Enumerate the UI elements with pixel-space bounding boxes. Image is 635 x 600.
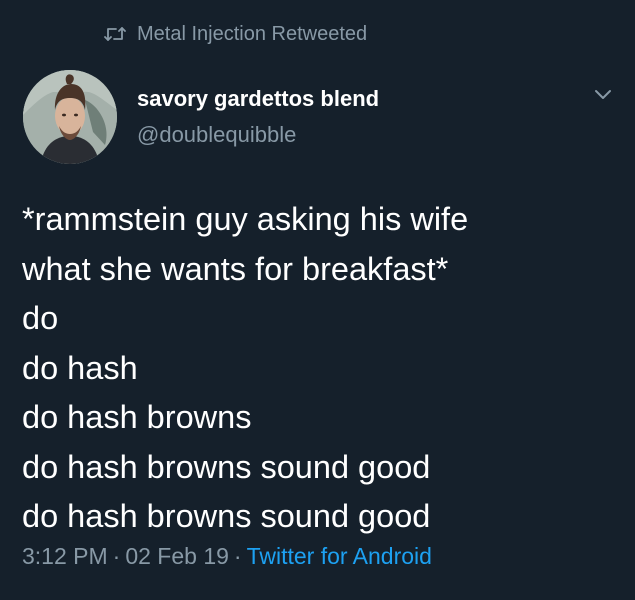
tweet-metadata: 3:12 PM · 02 Feb 19 · Twitter for Android (22, 543, 432, 570)
tweet-source-link[interactable]: Twitter for Android (247, 543, 432, 569)
tweet-text: *rammstein guy asking his wife what she … (22, 195, 622, 542)
retweet-label[interactable]: Metal Injection Retweeted (137, 23, 367, 46)
meta-separator: · (112, 543, 121, 569)
tweet-line: do hash browns sound good (22, 498, 431, 534)
chevron-down-icon[interactable] (588, 80, 618, 110)
tweet-line: do hash browns sound good (22, 448, 431, 485)
tweet-date[interactable]: 02 Feb 19 (125, 543, 229, 569)
tweet-line: do hash browns (22, 399, 252, 435)
retweet-icon (104, 26, 126, 42)
tweet-line: do hash (22, 349, 138, 386)
tweet-line: what she wants for breakfast* (22, 250, 449, 287)
tweet-line: *rammstein guy asking his wife (22, 201, 469, 237)
tweet-time[interactable]: 3:12 PM (22, 543, 108, 569)
user-avatar[interactable] (23, 70, 117, 164)
author-handle[interactable]: @doublequibble (137, 122, 296, 148)
tweet-line: do (22, 300, 59, 336)
meta-separator: · (233, 543, 242, 569)
author-display-name[interactable]: savory gardettos blend (137, 86, 379, 112)
retweet-banner: Metal Injection Retweeted (104, 20, 367, 48)
